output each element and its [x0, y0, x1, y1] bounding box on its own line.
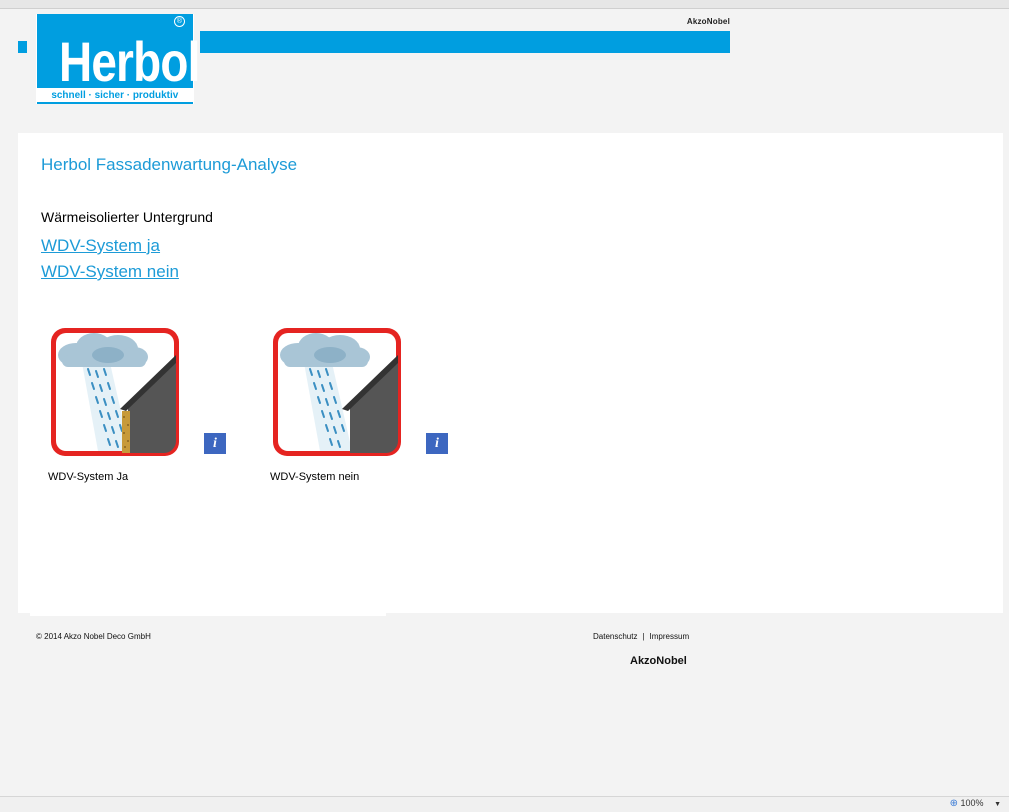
footer-link-impressum[interactable]: Impressum [650, 632, 690, 641]
content-bottom-edge [30, 613, 386, 616]
header-blue-bar [200, 31, 730, 53]
registered-mark: ® [174, 16, 185, 27]
footer-copyright: © 2014 Akzo Nobel Deco GmbH [36, 632, 151, 641]
logo-tagline-text: schnell · sicher · produktiv [51, 89, 179, 101]
section-label: Wärmeisolierter Untergrund [41, 209, 213, 225]
header-blue-stub [18, 41, 27, 53]
zoom-level: 100% [960, 798, 984, 808]
rain-facade-icon[interactable] [270, 325, 404, 459]
browser-statusbar: ⊕ 100% ▼ [0, 796, 1009, 812]
footer-links: Datenschutz | Impressum [593, 632, 689, 641]
logo-tagline: schnell · sicher · produktiv [37, 88, 193, 102]
herbol-logo[interactable]: ® Herbol schnell · sicher · produktiv [36, 14, 200, 104]
tile-wdv-system-ja: i WDV-System Ja [48, 325, 248, 485]
window-top-border [0, 8, 1009, 9]
footer-link-datenschutz[interactable]: Datenschutz [593, 632, 637, 641]
info-icon[interactable]: i [204, 433, 226, 454]
main-content: Herbol Fassadenwartung-Analyse Wärmeisol… [18, 133, 1003, 613]
tile-wdv-system-nein: i WDV-System nein [270, 325, 470, 485]
rain-facade-insulated-icon[interactable] [48, 325, 182, 459]
link-wdv-system-ja[interactable]: WDV-System ja [41, 236, 160, 256]
tile-caption: WDV-System Ja [48, 471, 129, 483]
zoom-icon: ⊕ [949, 798, 958, 809]
logo-wordmark: Herbol [59, 30, 200, 93]
akzonobel-footer-logo[interactable]: AkzoNobel [630, 655, 687, 667]
akzonobel-header-logo[interactable]: AkzoNobel [660, 17, 730, 26]
window-top-edge [0, 0, 1009, 8]
info-icon[interactable]: i [426, 433, 448, 454]
chevron-down-icon: ▼ [994, 801, 1001, 808]
zoom-control[interactable]: ⊕ 100% ▼ [950, 798, 1001, 809]
page-title: Herbol Fassadenwartung-Analyse [41, 155, 298, 174]
footer-separator: | [642, 632, 645, 641]
tile-caption: WDV-System nein [270, 471, 360, 483]
link-wdv-system-nein[interactable]: WDV-System nein [41, 262, 179, 282]
